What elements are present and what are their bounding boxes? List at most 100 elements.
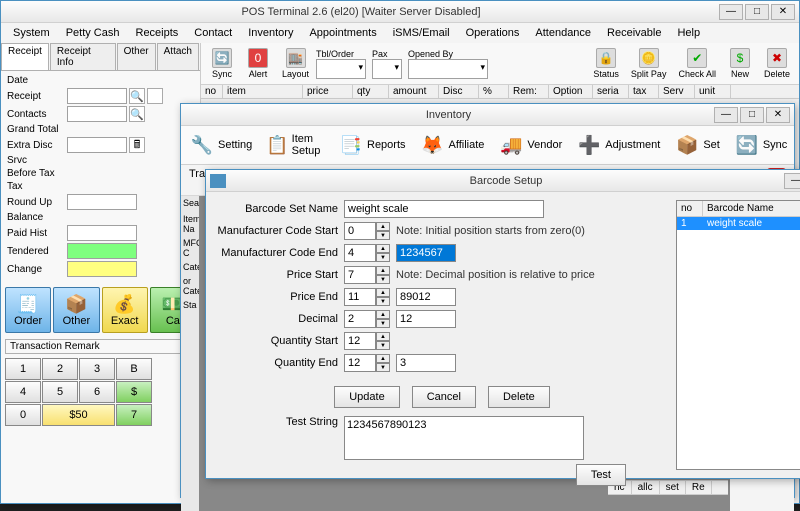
key-5[interactable]: 5	[42, 381, 78, 403]
calc-icon[interactable]: 🖩	[129, 137, 145, 153]
menu-pettycash[interactable]: Petty Cash	[58, 25, 128, 41]
tblorder-combo[interactable]	[316, 59, 366, 79]
splitpay-button[interactable]: 🪙Split Pay	[626, 45, 672, 82]
label-contacts: Contacts	[7, 109, 67, 120]
inv-itemsetup[interactable]: 📋Item Setup	[262, 130, 328, 160]
tab-receiptinfo[interactable]: Receipt Info	[50, 43, 116, 70]
sync-button[interactable]: 🔄Sync	[205, 45, 239, 82]
label-pstart: Price Start	[214, 269, 344, 281]
key-3[interactable]: 3	[79, 358, 115, 380]
inv-minimize[interactable]: —	[714, 107, 738, 123]
inv-left-strip: Search Item Na MFG C Categ or Categ Sta	[181, 196, 199, 511]
minimize-button[interactable]: —	[719, 4, 743, 20]
sync-icon: 🔄	[734, 132, 760, 158]
input-receipt[interactable]	[67, 88, 127, 104]
layout-button[interactable]: 🏬Layout	[277, 45, 314, 82]
spin-qstart[interactable]: ▲▼	[344, 332, 390, 350]
spin-pstart[interactable]: ▲▼	[344, 266, 390, 284]
label-beforetax: Before Tax	[7, 168, 67, 179]
tab-receipt[interactable]: Receipt	[1, 43, 49, 70]
label-paidhist: Paid Hist	[7, 228, 67, 239]
pax-combo[interactable]	[372, 59, 402, 79]
barcode-setup-window: Barcode Setup — □ ✕ Barcode Set Name Man…	[205, 169, 800, 479]
input-paidhist[interactable]	[67, 225, 137, 241]
up-arrow-icon[interactable]: ▲	[376, 222, 390, 231]
preview-qty: 3	[396, 354, 456, 372]
key-dollar[interactable]: $	[116, 381, 152, 403]
new-button[interactable]: $New	[723, 45, 757, 82]
delete-button[interactable]: Delete	[488, 386, 550, 408]
maximize-button[interactable]: □	[745, 4, 769, 20]
menu-isms[interactable]: iSMS/Email	[385, 25, 458, 41]
menu-contact[interactable]: Contact	[186, 25, 240, 41]
delete-button[interactable]: ✖Delete	[759, 45, 795, 82]
update-button[interactable]: Update	[334, 386, 399, 408]
status-icon: 🔒	[596, 48, 616, 68]
key-0[interactable]: 0	[5, 404, 41, 426]
menu-inventory[interactable]: Inventory	[240, 25, 301, 41]
tab-attach[interactable]: Attach	[157, 43, 199, 70]
menu-attendance[interactable]: Attendance	[527, 25, 599, 41]
key-b[interactable]: B	[116, 358, 152, 380]
set-icon: 📦	[674, 132, 700, 158]
order-button[interactable]: 🧾Order	[5, 287, 51, 333]
remark-box[interactable]: Transaction Remark	[5, 339, 196, 354]
input-roundup[interactable]	[67, 194, 137, 210]
pos-menubar: System Petty Cash Receipts Contact Inven…	[1, 23, 799, 43]
spin-mstart[interactable]: ▲▼	[344, 222, 390, 240]
exact-button[interactable]: 💰Exact	[102, 287, 148, 333]
inv-adjustment[interactable]: ➕Adjustment	[572, 130, 664, 160]
table-row[interactable]: 1 weight scale	[677, 217, 800, 230]
menu-system[interactable]: System	[5, 25, 58, 41]
preview-mcode: 1234567	[396, 244, 456, 262]
close-button[interactable]: ✕	[771, 4, 795, 20]
clear-icon[interactable]	[147, 88, 163, 104]
input-contacts[interactable]	[67, 106, 127, 122]
inv-sync[interactable]: 🔄Sync	[730, 130, 791, 160]
key-7[interactable]: 7	[116, 404, 152, 426]
status-button[interactable]: 🔒Status	[588, 45, 624, 82]
menu-receipts[interactable]: Receipts	[128, 25, 187, 41]
label-teststring: Test String	[214, 416, 344, 428]
openedby-combo[interactable]	[408, 59, 488, 79]
key-2[interactable]: 2	[42, 358, 78, 380]
search-icon[interactable]: 🔍	[129, 88, 145, 104]
test-button[interactable]: Test	[576, 464, 626, 486]
input-tendered[interactable]	[67, 243, 137, 259]
spin-pend[interactable]: ▲▼	[344, 288, 390, 306]
other-button[interactable]: 📦Other	[53, 287, 99, 333]
tab-other[interactable]: Other	[117, 43, 156, 70]
spin-mend[interactable]: ▲▼	[344, 244, 390, 262]
inv-maximize[interactable]: □	[740, 107, 764, 123]
key-4[interactable]: 4	[5, 381, 41, 403]
label-extradisc: Extra Disc	[7, 140, 67, 151]
inv-affiliate[interactable]: 🦊Affiliate	[416, 130, 489, 160]
input-setname[interactable]	[344, 200, 544, 218]
search-icon[interactable]: 🔍	[129, 106, 145, 122]
menu-appointments[interactable]: Appointments	[301, 25, 384, 41]
alert-button[interactable]: 0Alert	[241, 45, 275, 82]
inv-reports[interactable]: 📑Reports	[334, 130, 410, 160]
inv-toolbar: 🔧Setting 📋Item Setup 📑Reports 🦊Affiliate…	[181, 126, 794, 165]
cancel-button[interactable]: Cancel	[412, 386, 476, 408]
inv-vendor[interactable]: 🚚Vendor	[494, 130, 566, 160]
key-50[interactable]: $50	[42, 404, 115, 426]
inv-setting[interactable]: 🔧Setting	[185, 130, 256, 160]
key-1[interactable]: 1	[5, 358, 41, 380]
key-6[interactable]: 6	[79, 381, 115, 403]
menu-help[interactable]: Help	[669, 25, 708, 41]
spin-qend[interactable]: ▲▼	[344, 354, 390, 372]
checkall-button[interactable]: ✔Check All	[673, 45, 721, 82]
menu-operations[interactable]: Operations	[458, 25, 528, 41]
bs-minimize[interactable]: —	[784, 173, 800, 189]
spin-decimal[interactable]: ▲▼	[344, 310, 390, 328]
textarea-teststring[interactable]	[344, 416, 584, 460]
input-change[interactable]	[67, 261, 137, 277]
pos-titlebar: POS Terminal 2.6 (el20) [Waiter Server D…	[1, 1, 799, 23]
inv-close[interactable]: ✕	[766, 107, 790, 123]
input-extradisc[interactable]	[67, 137, 127, 153]
inv-set[interactable]: 📦Set	[670, 130, 724, 160]
menu-receivable[interactable]: Receivable	[599, 25, 669, 41]
down-arrow-icon[interactable]: ▼	[376, 231, 390, 240]
gear-icon: 🔧	[189, 132, 215, 158]
